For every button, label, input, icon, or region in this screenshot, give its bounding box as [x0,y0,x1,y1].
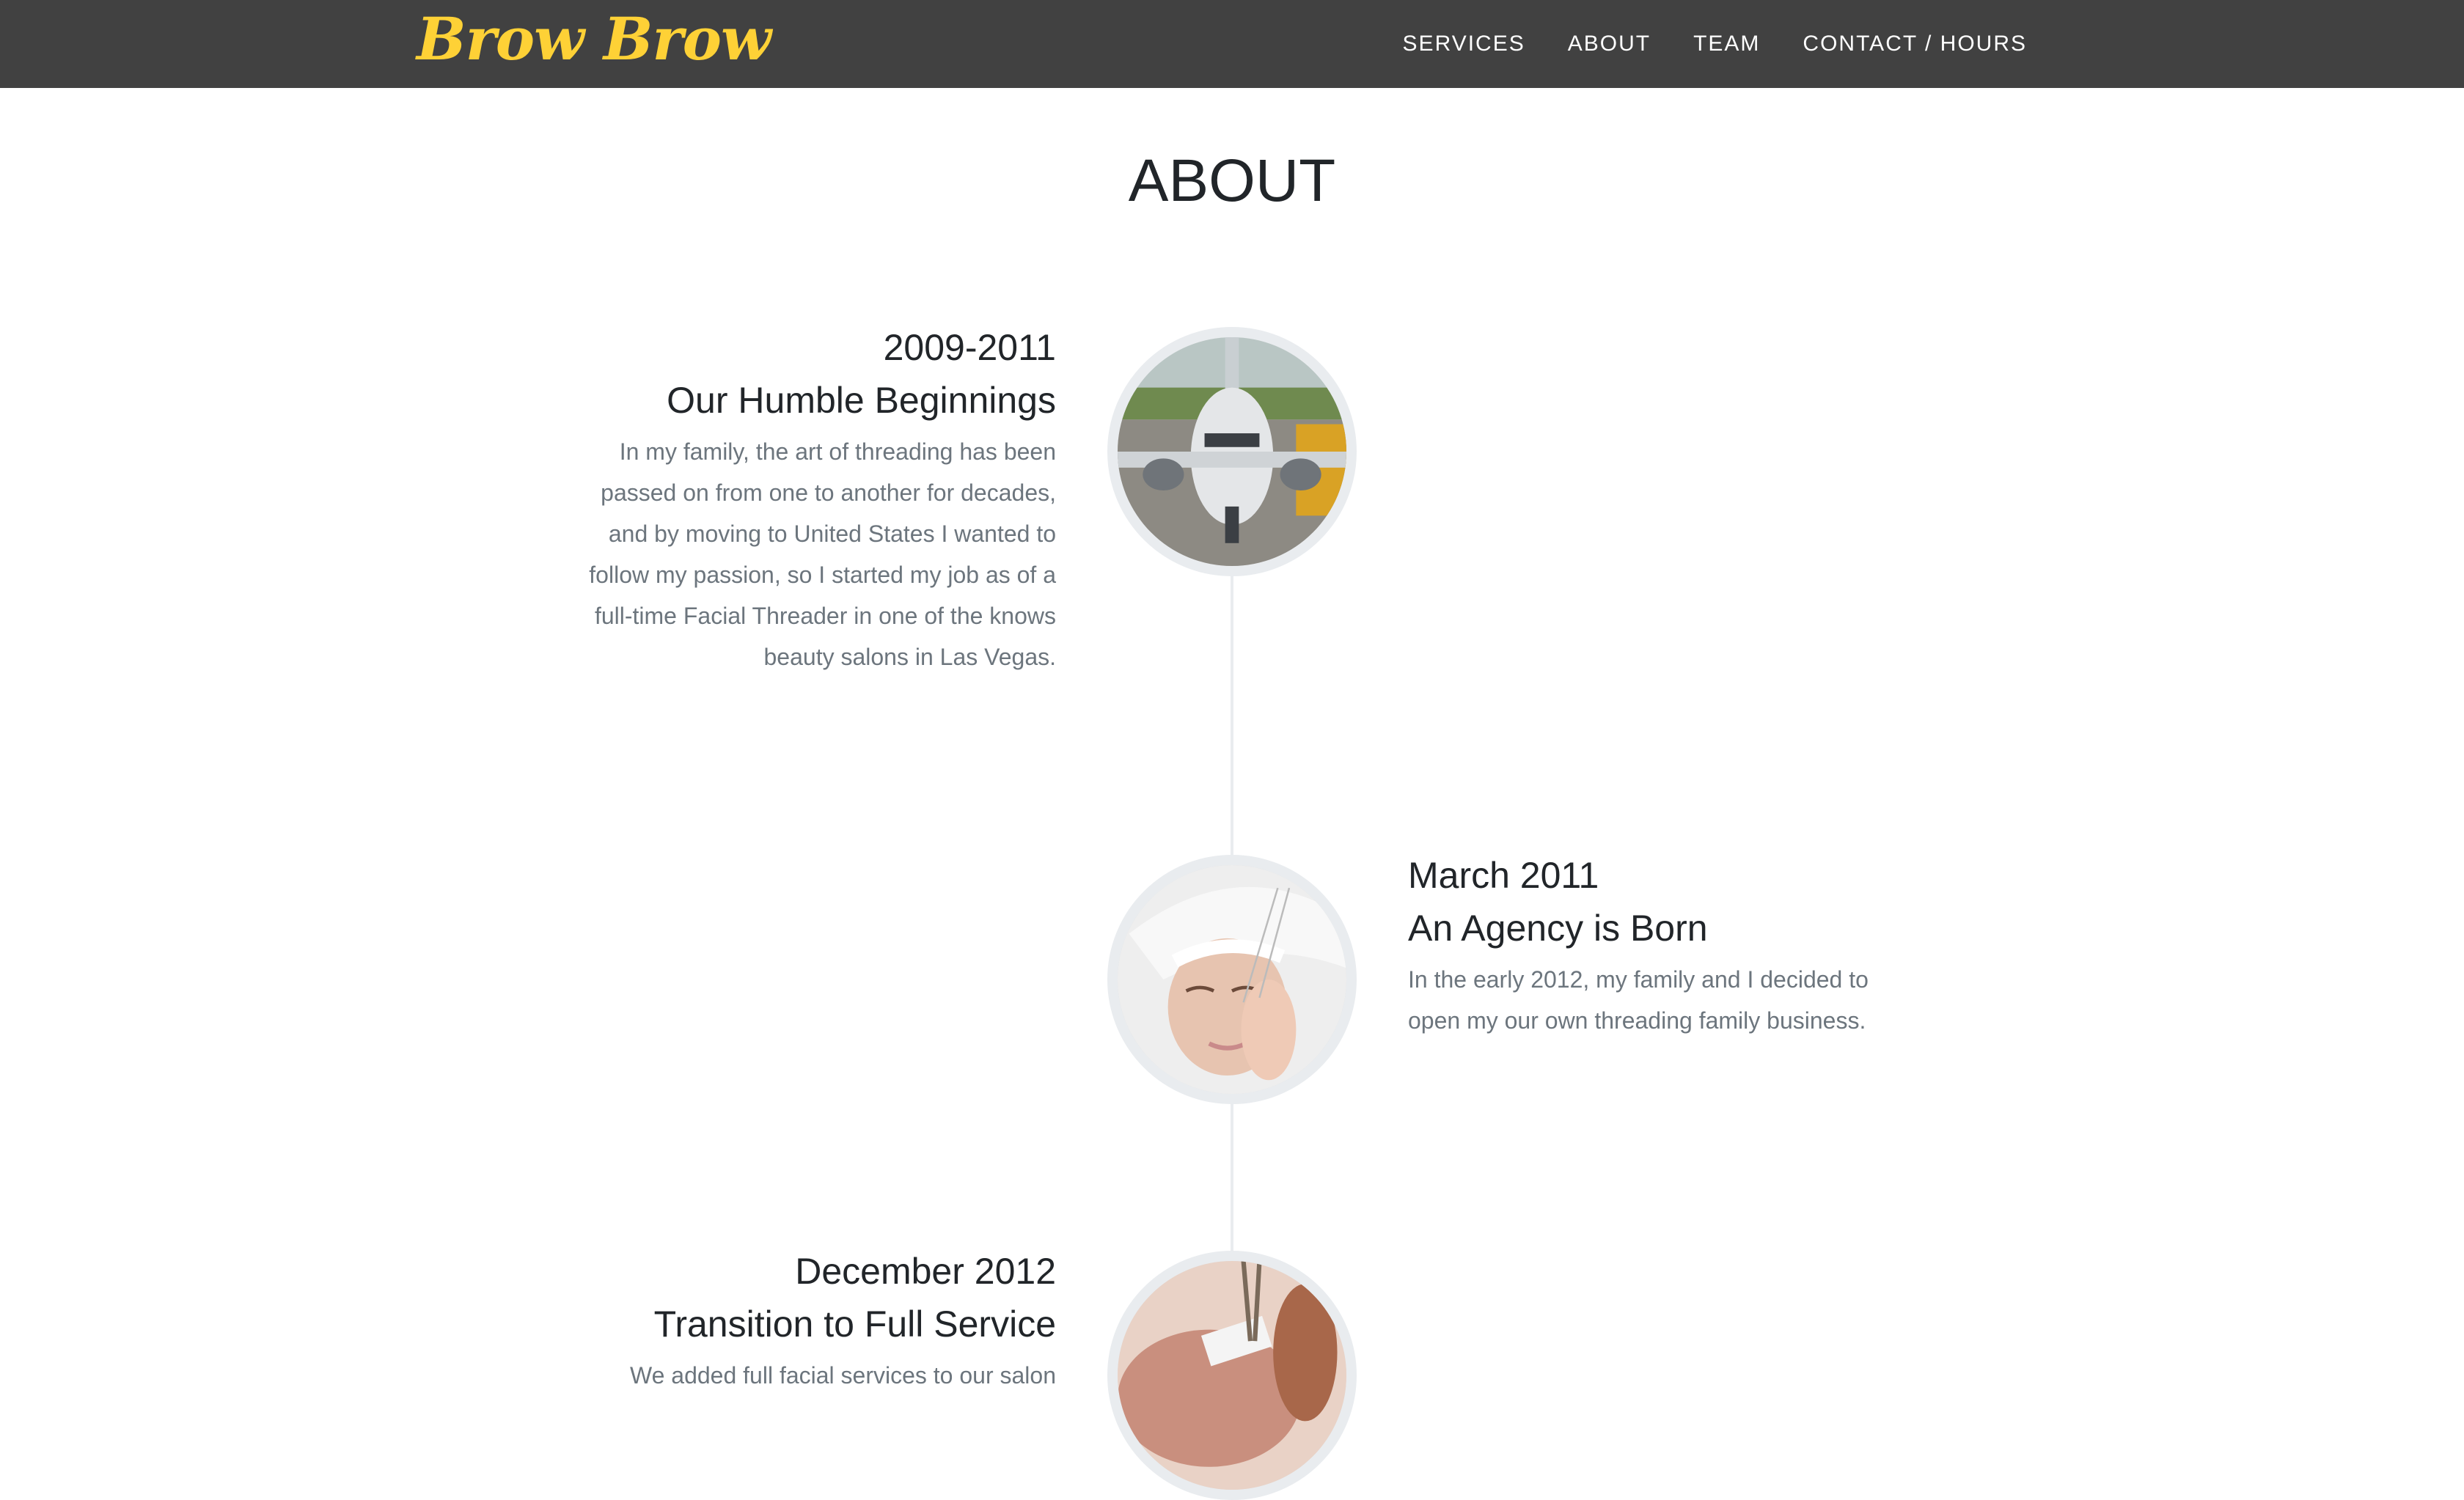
timeline-item-3-date: December 2012 [795,1251,1056,1292]
nav-link-about[interactable]: ABOUT [1568,32,1651,56]
brand-logo[interactable]: Brow Brow [417,4,771,73]
nav-link-team[interactable]: TEAM [1693,32,1760,56]
timeline-item-2-body: In the early 2012, my family and I decid… [1408,966,1869,1034]
timeline-item-1-body: In my family, the art of threading has b… [589,438,1056,670]
timeline-image-airplane [1107,327,1357,576]
timeline-item-3-text: December 2012 Transition to Full Service… [572,1245,1056,1396]
timeline-item-1-heading: Our Humble Beginnings [667,380,1056,421]
timeline-item-2-text: March 2011 An Agency is Born In the earl… [1408,849,1892,1041]
nav-link-contact-hours[interactable]: CONTACT / HOURS [1803,32,2027,56]
section-title-about: ABOUT [1128,147,1336,214]
timeline-item-3-heading: Transition to Full Service [653,1304,1056,1345]
timeline-item-1-date: 2009-2011 [883,327,1056,368]
timeline-item-3-body: We added full facial services to our sal… [629,1362,1056,1389]
nav-link-services[interactable]: SERVICES [1403,32,1525,56]
timeline-item-2-heading: An Agency is Born [1408,908,1708,949]
nav-links: SERVICES ABOUT TEAM CONTACT / HOURS [1403,0,2027,88]
timeline-image-facial-threading [1107,855,1357,1104]
timeline-item-1-text: 2009-2011 Our Humble Beginnings In my fa… [572,321,1056,677]
timeline-item-2-date: March 2011 [1408,855,1599,896]
timeline-image-eyebrow-tweezing [1107,1251,1357,1500]
navbar: Brow Brow SERVICES ABOUT TEAM CONTACT / … [0,0,2464,88]
